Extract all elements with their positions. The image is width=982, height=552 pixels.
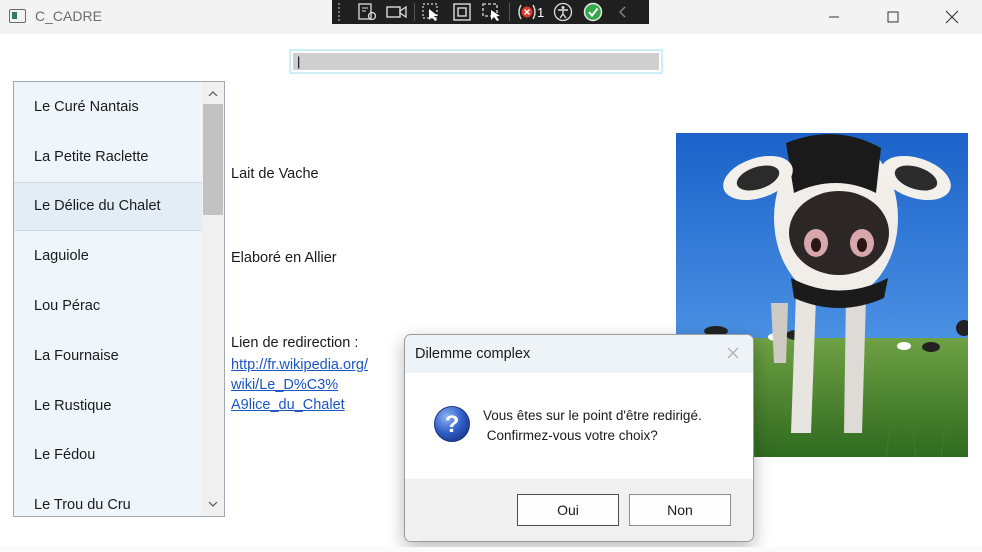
list-scrollbar[interactable] <box>202 82 224 516</box>
list-item[interactable]: Le Trou du Cru <box>14 480 202 516</box>
visual-tree-icon <box>358 3 377 21</box>
window-bottom-edge <box>0 547 982 552</box>
list-item-label: Le Fédou <box>34 447 96 464</box>
dialog-message-line1: Vous êtes sur le point d'être redirigé. <box>483 408 702 423</box>
list-item[interactable]: Le Curé Nantais <box>14 82 202 132</box>
maximize-button[interactable] <box>869 0 917 34</box>
redirect-link-line: http://fr.wikipedia.org/ <box>231 357 369 373</box>
accessibility-checker-button[interactable] <box>548 1 578 23</box>
record-button[interactable] <box>382 1 412 23</box>
list-item-label: La Petite Raclette <box>34 148 149 165</box>
redirect-link-line: wiki/Le_D%C3% <box>231 377 339 393</box>
list-item[interactable]: Laguiole <box>14 231 202 281</box>
toolbar-separator <box>509 3 510 21</box>
question-icon: ? <box>434 406 470 442</box>
cheese-listbox[interactable]: Le Curé Nantais La Petite Raclette Le Dé… <box>13 81 225 517</box>
dialog-body: ? Vous êtes sur le point d'être redirigé… <box>405 373 753 479</box>
chevron-up-icon <box>208 91 218 97</box>
collapse-toolbar-button[interactable] <box>608 1 638 23</box>
list-item[interactable]: La Fournaise <box>14 331 202 381</box>
accessibility-icon <box>554 2 573 22</box>
list-item-label: Lou Pérac <box>34 298 101 315</box>
chevron-left-icon <box>619 6 626 18</box>
app-icon <box>9 9 26 23</box>
milk-type-label: Lait de Vache <box>231 166 319 182</box>
search-input[interactable] <box>293 53 659 70</box>
checkmark-icon <box>583 2 603 22</box>
search-box <box>289 49 663 74</box>
track-focus-button[interactable] <box>477 1 507 23</box>
video-camera-icon <box>386 5 407 19</box>
dialog-message-line2: Confirmez-vous votre choix? <box>483 428 658 443</box>
origin-label: Elaboré en Allier <box>231 250 337 266</box>
maximize-icon <box>887 11 899 23</box>
list-item-label: Le Rustique <box>34 397 112 414</box>
close-icon <box>727 347 739 359</box>
select-element-button[interactable] <box>417 1 447 23</box>
debug-toolbar: 1 <box>332 0 649 24</box>
link-caption: Lien de redirection : <box>231 335 359 351</box>
hot-reload-status-button[interactable] <box>578 1 608 23</box>
list-item[interactable]: Le Rustique <box>14 381 202 431</box>
list-item[interactable]: Le Fédou <box>14 431 202 481</box>
svg-text:?: ? <box>445 411 460 438</box>
list-item[interactable]: Lou Pérac <box>14 281 202 331</box>
binding-error-count: 1 <box>537 4 545 20</box>
binding-error-icon <box>518 4 536 20</box>
scroll-thumb[interactable] <box>203 104 223 215</box>
list-item-label: Laguiole <box>34 248 89 265</box>
chevron-down-icon <box>208 501 218 507</box>
toolbar-grip[interactable] <box>338 3 344 21</box>
window-title: C_CADRE <box>35 8 102 24</box>
list-item-label: La Fournaise <box>34 347 119 364</box>
layout-adorner-icon <box>453 3 471 21</box>
dialog-close-button[interactable] <box>725 345 741 361</box>
toolbar-separator <box>414 3 415 21</box>
list-item-label: Le Délice du Chalet <box>34 198 161 215</box>
select-cursor-icon <box>422 3 438 21</box>
yes-button[interactable]: Oui <box>517 494 619 526</box>
list-item-selected[interactable]: Le Délice du Chalet <box>14 181 202 232</box>
track-focus-icon <box>482 3 500 21</box>
cheese-list-items: Le Curé Nantais La Petite Raclette Le Dé… <box>14 82 202 516</box>
minimize-button[interactable] <box>810 0 858 34</box>
dialog-header: Dilemme complex <box>405 335 753 373</box>
list-item[interactable]: La Petite Raclette <box>14 132 202 182</box>
redirect-link[interactable]: http://fr.wikipedia.org/ wiki/Le_D%C3% A… <box>231 355 391 415</box>
redirect-link-line: A9lice_du_Chalet <box>231 397 345 413</box>
scroll-up-button[interactable] <box>202 84 224 104</box>
list-item-label: Le Trou du Cru <box>34 497 131 514</box>
live-tree-button[interactable] <box>352 1 382 23</box>
no-button[interactable]: Non <box>629 494 731 526</box>
scroll-down-button[interactable] <box>202 494 224 514</box>
dialog-footer: Oui Non <box>405 479 753 541</box>
display-layout-adorners-button[interactable] <box>447 1 477 23</box>
close-button[interactable] <box>928 0 976 34</box>
minimize-icon <box>829 16 839 18</box>
list-item-label: Le Curé Nantais <box>34 98 139 115</box>
close-icon <box>945 10 959 24</box>
confirm-dialog: Dilemme complex ? Vous êtes sur le point… <box>404 334 754 542</box>
dialog-title: Dilemme complex <box>415 346 531 362</box>
